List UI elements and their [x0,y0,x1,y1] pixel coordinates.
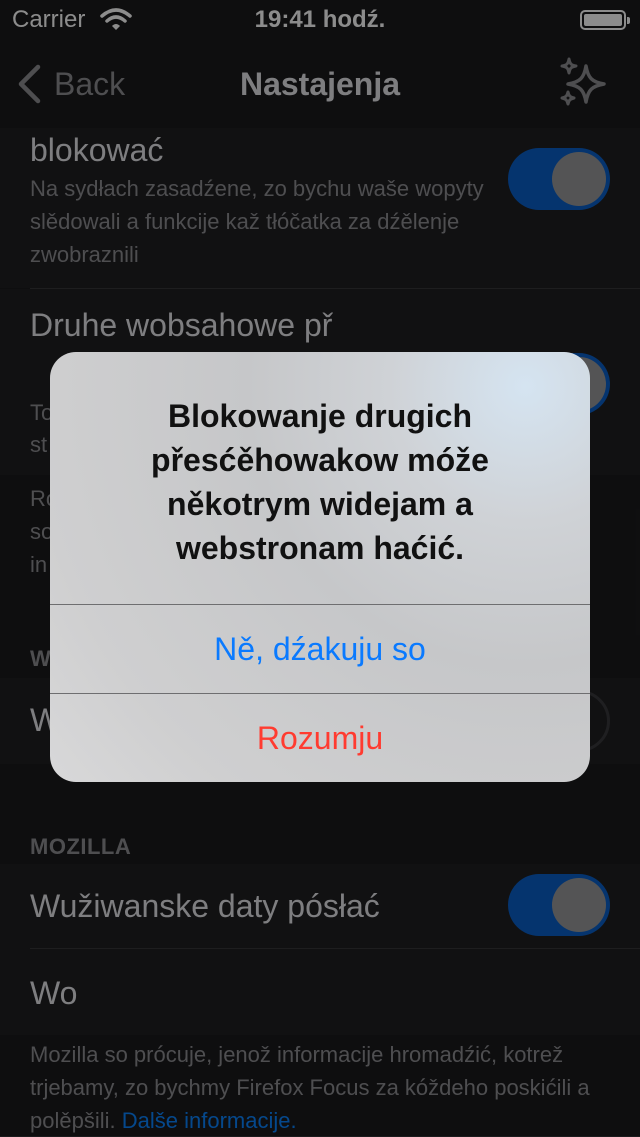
alert-dialog: Blokowanje drugich přesćěhowakow móže ně… [50,352,590,782]
alert-message: Blokowanje drugich přesćěhowakow móže ně… [151,398,489,566]
alert-confirm-button[interactable]: Rozumju [50,694,590,782]
alert-cancel-button[interactable]: Ně, dźakuju so [50,605,590,693]
